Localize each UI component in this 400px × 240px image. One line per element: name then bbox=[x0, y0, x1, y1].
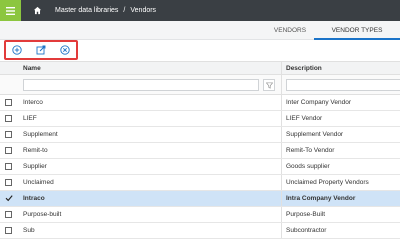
column-divider bbox=[281, 143, 282, 158]
column-divider bbox=[281, 159, 282, 174]
cell-name: LIEF bbox=[23, 115, 37, 122]
row-checkbox[interactable] bbox=[5, 195, 13, 202]
edit-icon bbox=[36, 45, 45, 55]
cell-description: Remit-To Vendor bbox=[286, 147, 335, 154]
menu-button[interactable] bbox=[0, 0, 21, 21]
table-row[interactable]: Purpose-built Purpose-Built bbox=[0, 207, 400, 223]
column-divider bbox=[281, 95, 282, 110]
row-checkbox[interactable] bbox=[5, 211, 12, 218]
column-divider bbox=[281, 175, 282, 190]
grid-header: Name Description bbox=[0, 61, 400, 75]
table-row[interactable]: Sub Subcontractor bbox=[0, 223, 400, 239]
column-divider bbox=[281, 75, 282, 94]
hamburger-icon bbox=[6, 6, 15, 15]
name-filter-input[interactable] bbox=[23, 79, 259, 91]
row-checkbox[interactable] bbox=[5, 115, 12, 122]
table-row[interactable]: Supplement Supplement Vendor bbox=[0, 127, 400, 143]
cell-description: LIEF Vendor bbox=[286, 115, 323, 122]
table-row[interactable]: Unclaimed Unclaimed Property Vendors bbox=[0, 175, 400, 191]
row-checkbox[interactable] bbox=[5, 147, 12, 154]
column-divider bbox=[281, 111, 282, 126]
row-checkbox[interactable] bbox=[5, 179, 12, 186]
cell-name: Remit-to bbox=[23, 147, 48, 154]
delete-circle-icon bbox=[59, 45, 70, 55]
column-divider bbox=[281, 207, 282, 222]
column-header-description[interactable]: Description bbox=[286, 62, 322, 75]
cell-name: Intraco bbox=[23, 195, 45, 202]
table-row[interactable]: Remit-to Remit-To Vendor bbox=[0, 143, 400, 159]
cell-name: Purpose-built bbox=[23, 211, 62, 218]
cell-description: Unclaimed Property Vendors bbox=[286, 179, 369, 186]
add-button[interactable] bbox=[11, 45, 22, 56]
filter-row bbox=[0, 75, 400, 95]
tab-vendors[interactable]: VENDORS bbox=[266, 21, 314, 40]
cell-name: Unclaimed bbox=[23, 179, 54, 186]
row-checkbox[interactable] bbox=[5, 99, 12, 106]
column-header-name[interactable]: Name bbox=[23, 62, 41, 75]
row-checkbox[interactable] bbox=[5, 163, 12, 170]
column-divider bbox=[281, 223, 282, 238]
cell-name: Supplier bbox=[23, 163, 47, 170]
cell-description: Subcontractor bbox=[286, 227, 327, 234]
cell-description: Goods supplier bbox=[286, 163, 330, 170]
cell-description: Inter Company Vendor bbox=[286, 99, 352, 106]
edit-button[interactable] bbox=[35, 45, 46, 56]
cell-name: Interco bbox=[23, 99, 43, 106]
row-checkbox[interactable] bbox=[5, 131, 12, 138]
table-row[interactable]: Interco Inter Company Vendor bbox=[0, 95, 400, 111]
description-filter-input[interactable] bbox=[286, 79, 400, 91]
checkmark-icon bbox=[5, 195, 13, 202]
table-row[interactable]: Supplier Goods supplier bbox=[0, 159, 400, 175]
filter-button[interactable] bbox=[263, 79, 275, 91]
cell-description: Intra Company Vendor bbox=[286, 195, 356, 202]
column-divider[interactable] bbox=[281, 62, 282, 75]
breadcrumb-root[interactable]: Master data libraries bbox=[55, 7, 118, 14]
add-circle-icon bbox=[11, 45, 22, 55]
home-icon[interactable] bbox=[33, 6, 43, 16]
column-divider bbox=[281, 191, 282, 206]
table-row[interactable]: Intraco Intra Company Vendor bbox=[0, 191, 400, 207]
top-bar: Master data libraries / Vendors bbox=[0, 0, 400, 21]
breadcrumb-current: Vendors bbox=[130, 7, 157, 14]
cell-name: Sub bbox=[23, 227, 35, 234]
tab-bar: VENDORS VENDOR TYPES bbox=[0, 21, 400, 40]
filter-icon bbox=[265, 82, 273, 89]
delete-button[interactable] bbox=[59, 45, 70, 56]
row-checkbox[interactable] bbox=[5, 227, 12, 234]
action-toolbar bbox=[4, 40, 78, 60]
cell-description: Supplement Vendor bbox=[286, 131, 344, 138]
tab-vendor-types[interactable]: VENDOR TYPES bbox=[314, 21, 400, 40]
breadcrumb-separator: / bbox=[123, 7, 126, 14]
breadcrumb: Master data libraries / Vendors bbox=[55, 7, 156, 14]
cell-description: Purpose-Built bbox=[286, 211, 326, 218]
cell-name: Supplement bbox=[23, 131, 58, 138]
table-row[interactable]: LIEF LIEF Vendor bbox=[0, 111, 400, 127]
column-divider bbox=[281, 127, 282, 142]
